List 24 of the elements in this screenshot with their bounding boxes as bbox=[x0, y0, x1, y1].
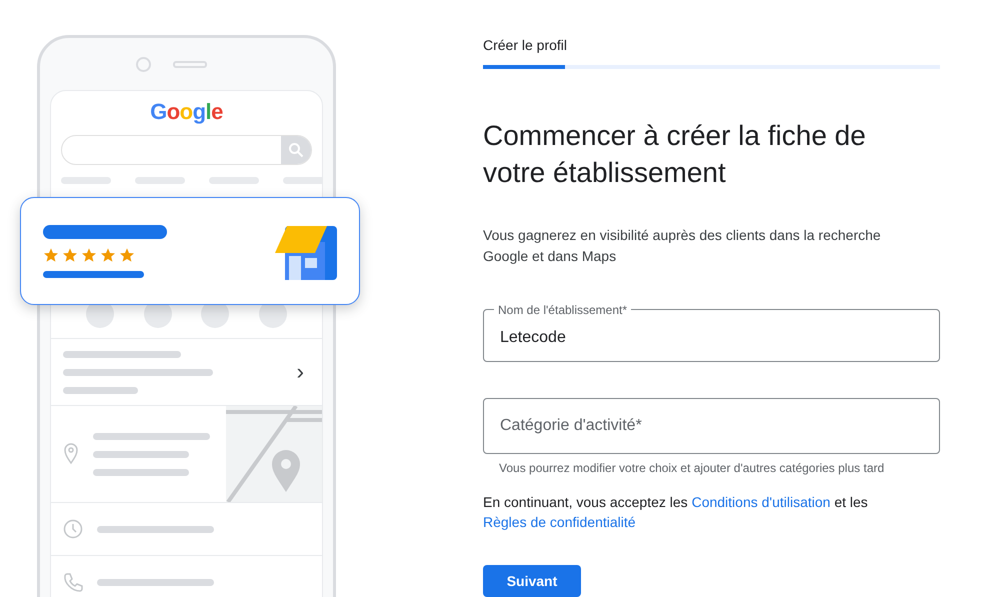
star-icon bbox=[100, 246, 116, 262]
next-button[interactable]: Suivant bbox=[483, 564, 581, 597]
star-icon bbox=[62, 246, 78, 262]
speaker-icon bbox=[173, 60, 207, 68]
logo: Google bbox=[149, 99, 224, 125]
star-icon bbox=[81, 246, 97, 262]
step-title: Créer le profil bbox=[483, 37, 568, 53]
star-icon bbox=[119, 246, 135, 262]
clock-icon bbox=[63, 519, 83, 539]
input-field[interactable]: Nom de l'établissement* Letecode bbox=[483, 302, 940, 362]
location-pin-icon bbox=[63, 443, 79, 465]
text-input[interactable]: Letecode bbox=[484, 314, 939, 361]
terms-text: En continuant, vous acceptez les Conditions d'utilisation et les Règles de confidentialité bbox=[483, 492, 869, 532]
text-input[interactable]: Catégorie d'activité* bbox=[484, 398, 939, 453]
field-label: Nom de l'établissement* bbox=[497, 302, 628, 317]
camera-icon bbox=[136, 56, 151, 72]
description: Vous gagnerez en visibilité auprès des clients dans la recherche Google et dans Maps bbox=[483, 226, 882, 266]
page-heading: Commencer à créer la fiche de votre établissement bbox=[483, 118, 867, 190]
helper-text: Vous pourrez modifier votre choix et ajouter d'autres catégories plus tard bbox=[498, 460, 886, 475]
chevron-icon: › bbox=[296, 359, 304, 385]
terms-link[interactable]: Conditions d'utilisation bbox=[692, 494, 830, 510]
phone-icon bbox=[63, 572, 83, 592]
star-icon bbox=[43, 246, 59, 262]
privacy-link[interactable]: Règles de confidentialité bbox=[483, 514, 636, 530]
